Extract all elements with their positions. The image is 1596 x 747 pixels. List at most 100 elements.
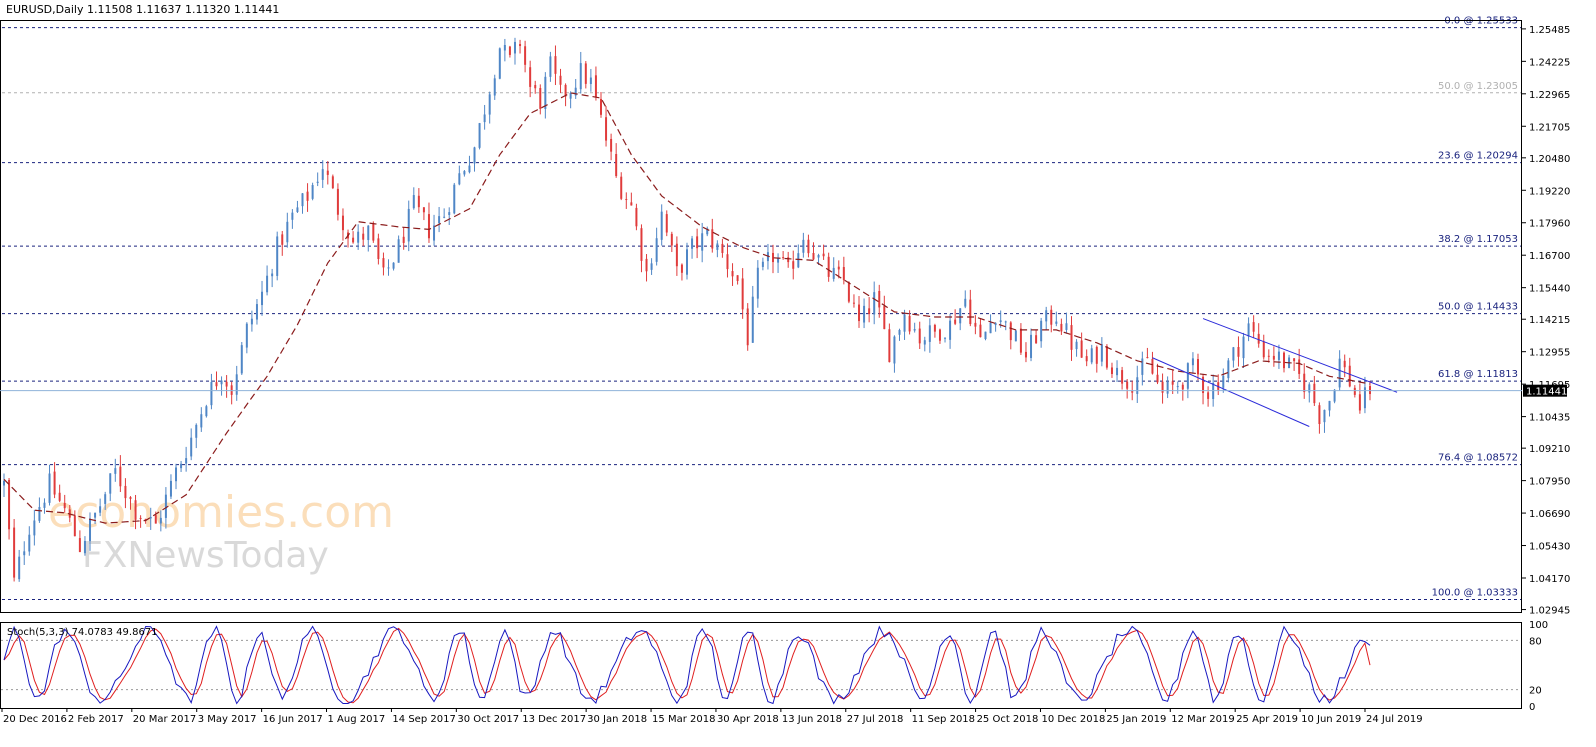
candle-body	[433, 225, 436, 241]
candle-body	[923, 340, 926, 345]
candle-body	[291, 212, 294, 220]
candle-body	[1116, 367, 1119, 376]
candle-body	[787, 257, 790, 263]
candle-body	[544, 76, 547, 109]
fib-level-label: 23.6 @ 1.20294	[1438, 151, 1518, 162]
candle-body	[1222, 375, 1225, 388]
candle-body	[964, 298, 967, 307]
date-tick-label: 30 Oct 2017	[457, 714, 519, 725]
candle-body	[412, 195, 415, 209]
candle-body	[1318, 405, 1321, 425]
date-tick-label: 15 Mar 2018	[652, 714, 715, 725]
candle-body	[1055, 321, 1058, 324]
candle-body	[736, 275, 739, 281]
date-tick-label: 10 Jun 2019	[1301, 714, 1361, 725]
price-tick-label: 1.25485	[1529, 25, 1570, 36]
candle-body	[979, 324, 982, 338]
watermark-brand-bottom: FXNewsToday	[82, 535, 329, 576]
candle-body	[306, 191, 309, 201]
candle-body	[1247, 323, 1250, 337]
candle-body	[23, 551, 26, 556]
candle-body	[1267, 355, 1270, 357]
candle-body	[1333, 389, 1336, 402]
candle-body	[873, 292, 876, 315]
date-tick-label: 1 Aug 2017	[328, 714, 386, 725]
candle-body	[721, 243, 724, 253]
date-tick-label: 25 Jan 2019	[1106, 714, 1166, 725]
date-tick-label: 24 Jul 2019	[1366, 714, 1423, 725]
candle-body	[1019, 328, 1022, 353]
price-tick-label: 1.06690	[1529, 509, 1570, 520]
candle-body	[134, 500, 137, 520]
candle-body	[1262, 341, 1265, 358]
candle-body	[650, 263, 653, 270]
price-tick-label: 1.24225	[1529, 57, 1570, 68]
candle-body	[18, 556, 21, 580]
candle-body	[1045, 310, 1048, 322]
stoch-axis-label: 80	[1529, 636, 1542, 647]
date-tick-label: 14 Sep 2017	[392, 714, 455, 725]
candle-body	[1014, 330, 1017, 342]
candle-body	[1131, 391, 1134, 393]
candle-body	[817, 255, 820, 258]
candle-body	[594, 75, 597, 97]
candle-body	[1191, 358, 1194, 366]
candle-body	[635, 207, 638, 227]
candle-body	[599, 98, 602, 115]
candle-body	[1323, 409, 1326, 423]
candle-body	[438, 216, 441, 224]
fib-level-label: 50.0 @ 1.14433	[1438, 302, 1518, 313]
candle-body	[554, 56, 557, 74]
candle-body	[357, 231, 360, 243]
candle-body	[1146, 357, 1149, 359]
candle-body	[382, 258, 385, 268]
candle-body	[397, 239, 400, 263]
candle-body	[336, 188, 339, 215]
candle-body	[483, 114, 486, 123]
candle-body	[301, 193, 304, 207]
candle-body	[534, 85, 537, 89]
candle-body	[655, 238, 658, 262]
candle-body	[1369, 386, 1371, 395]
price-tick-label: 1.14215	[1529, 315, 1570, 326]
candle-body	[1186, 363, 1189, 389]
candle-body	[680, 264, 683, 273]
candle-body	[670, 233, 673, 246]
symbol-header: EURUSD,Daily 1.11508 1.11637 1.11320 1.1…	[6, 3, 279, 16]
stoch-axis-label: 100	[1529, 620, 1548, 631]
candle-body	[645, 258, 648, 272]
candle-body	[1110, 367, 1113, 375]
candle-body	[883, 306, 886, 330]
candle-body	[691, 238, 694, 249]
candle-body	[782, 257, 785, 259]
candle-body	[802, 239, 805, 253]
candle-body	[83, 540, 86, 554]
candle-body	[928, 325, 931, 342]
candle-body	[463, 171, 466, 175]
price-tick-label: 1.19220	[1529, 186, 1570, 197]
price-tick-label: 1.22965	[1529, 90, 1570, 101]
candle-body	[559, 75, 562, 85]
fib-level-label: 50.0 @ 1.23005	[1438, 81, 1518, 92]
date-tick-label: 3 May 2017	[198, 714, 257, 725]
candle-body	[326, 170, 329, 175]
candle-body	[797, 253, 800, 268]
candle-body	[28, 534, 31, 552]
candle-body	[812, 252, 815, 260]
candle-body	[250, 318, 253, 325]
candle-body	[164, 494, 167, 518]
candle-body	[640, 228, 643, 261]
candle-body	[903, 314, 906, 332]
candle-body	[519, 44, 522, 47]
candle-body	[974, 322, 977, 327]
price-tick-label: 1.16700	[1529, 251, 1570, 262]
candle-body	[38, 506, 41, 521]
candle-body	[1040, 320, 1043, 342]
candle-body	[175, 467, 178, 482]
candle-body	[488, 94, 491, 115]
price-tick-label: 1.05430	[1529, 542, 1570, 553]
candle-body	[245, 323, 248, 348]
candle-body	[205, 406, 208, 417]
candle-body	[180, 463, 183, 469]
candle-body	[104, 494, 107, 504]
